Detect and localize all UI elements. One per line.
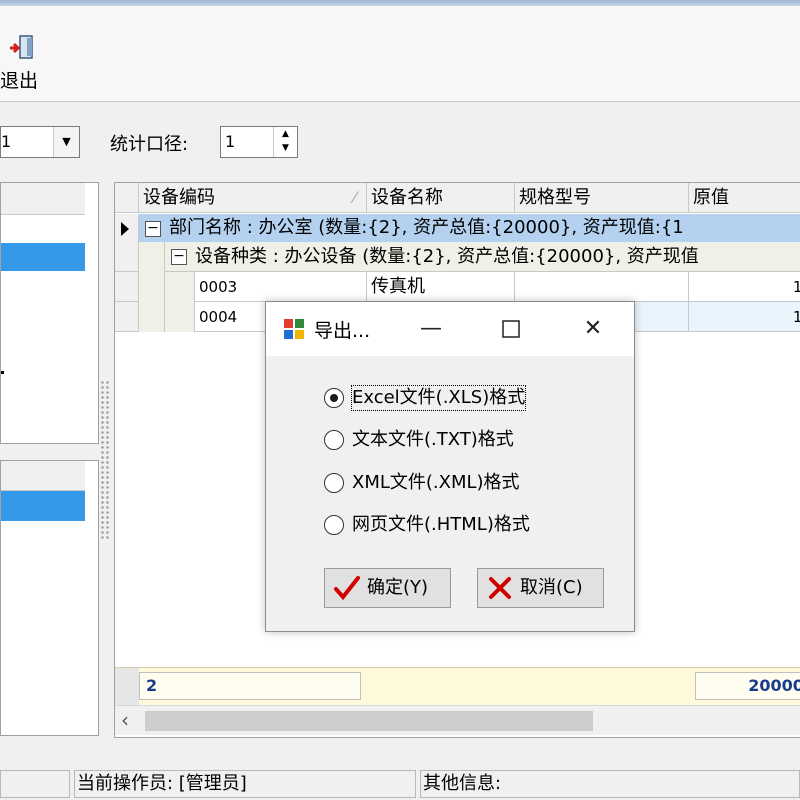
ok-button-label: 确定(Y): [367, 577, 429, 598]
column-header-value[interactable]: 原值: [689, 183, 800, 213]
status-operator: 当前操作员: [管理员]: [74, 770, 416, 798]
department-tree-selected-item[interactable]: [1, 243, 85, 271]
current-row-arrow-icon: [121, 222, 129, 236]
ok-button[interactable]: 确定(Y): [324, 568, 451, 608]
status-bar: 当前操作员: [管理员] 其他信息:: [0, 768, 800, 800]
collapse-icon[interactable]: −: [145, 221, 161, 237]
summary-footer: 2 20000.: [115, 667, 800, 706]
filter-combo[interactable]: 1 ▼: [0, 126, 80, 158]
spinner-buttons[interactable]: ▲ ▼: [273, 127, 297, 157]
group-row-category[interactable]: − 设备种类 : 办公设备 (数量:{2}, 资产总值:{20000}, 资产现…: [165, 242, 800, 272]
filter-combo-value: 1: [1, 132, 12, 151]
group-indent: [165, 272, 195, 332]
row-indicator[interactable]: [115, 302, 139, 332]
collapse-icon[interactable]: −: [171, 249, 187, 265]
spin-down-icon[interactable]: ▼: [274, 141, 297, 155]
exit-button[interactable]: 退出: [0, 32, 48, 98]
footer-count: 2: [139, 672, 361, 700]
horizontal-scrollbar[interactable]: ‹: [115, 705, 800, 735]
option-text-label: 文本文件(.TXT)格式: [352, 429, 514, 450]
maximize-icon[interactable]: [486, 302, 536, 356]
cancel-x-icon: [489, 577, 511, 599]
sort-icon: ⁄: [353, 188, 356, 207]
option-html-label: 网页文件(.HTML)格式: [352, 514, 530, 535]
scrollbar-thumb[interactable]: [145, 711, 593, 731]
radio-xml[interactable]: [324, 473, 344, 493]
stat-caliber-value: 1: [225, 132, 236, 151]
group-row-department[interactable]: − 部门名称 : 办公室 (数量:{2}, 资产总值:{20000}, 资产现值…: [139, 214, 800, 242]
department-tree-header: [1, 183, 85, 215]
stat-caliber-spinner[interactable]: 1 ▲ ▼: [220, 126, 298, 158]
group-row-category-label: 设备种类 : 办公设备 (数量:{2}, 资产总值:{20000}, 资产现值: [195, 246, 699, 267]
department-tree-panel: [0, 182, 99, 444]
stat-caliber-label: 统计口径:: [110, 134, 189, 155]
option-xml-label: XML文件(.XML)格式: [352, 472, 520, 493]
checkmark-icon: [334, 576, 360, 601]
status-cell-left: [0, 770, 70, 798]
category-tree-selected-item[interactable]: [1, 491, 85, 521]
footer-sum: 20000.: [695, 672, 800, 700]
app-icon: [284, 319, 304, 339]
panel-splitter[interactable]: [100, 380, 110, 540]
toolbar: 退出: [0, 6, 800, 102]
group-row-department-label: 部门名称 : 办公室 (数量:{2}, 资产总值:{20000}, 资产现值:{…: [169, 217, 684, 238]
exit-icon: [10, 35, 33, 59]
cancel-button-label: 取消(C): [520, 577, 583, 598]
dialog-titlebar[interactable]: 导出... — ✕: [266, 302, 634, 356]
status-other-info: 其他信息:: [420, 770, 800, 798]
radio-html[interactable]: [324, 515, 344, 535]
tree-dot: [1, 371, 4, 374]
cell-value[interactable]: 10: [689, 302, 800, 332]
spin-up-icon[interactable]: ▲: [274, 127, 297, 141]
exit-label: 退出: [0, 70, 39, 92]
column-header-name[interactable]: 设备名称: [367, 183, 515, 213]
dialog-title: 导出...: [314, 320, 371, 342]
scroll-left-icon[interactable]: ‹: [121, 710, 129, 730]
cell-spec[interactable]: [515, 272, 689, 302]
row-indicator[interactable]: [115, 272, 139, 302]
chevron-down-icon[interactable]: ▼: [53, 127, 79, 157]
cell-name[interactable]: 传真机: [367, 272, 515, 302]
row-indicator-header: [115, 183, 139, 213]
export-dialog: 导出... — ✕ Excel文件(.XLS)格式 文本文件(.TXT)格式 X…: [265, 301, 635, 632]
category-tree-panel: [0, 460, 99, 736]
column-header-code[interactable]: 设备编码 ⁄: [139, 183, 367, 213]
dialog-body: Excel文件(.XLS)格式 文本文件(.TXT)格式 XML文件(.XML)…: [266, 356, 634, 631]
row-indicator[interactable]: [115, 242, 139, 272]
radio-excel[interactable]: [324, 388, 344, 408]
cell-code[interactable]: 0003: [195, 272, 367, 302]
row-indicator[interactable]: [115, 214, 139, 244]
column-header-spec[interactable]: 规格型号: [515, 183, 689, 213]
footer-indicator: [115, 668, 139, 706]
column-header-code-label: 设备编码: [143, 187, 215, 208]
cancel-button[interactable]: 取消(C): [477, 568, 604, 608]
minimize-icon[interactable]: —: [406, 302, 456, 356]
close-icon[interactable]: ✕: [568, 302, 618, 356]
cell-value[interactable]: 10: [689, 272, 800, 302]
radio-text[interactable]: [324, 430, 344, 450]
option-excel-label: Excel文件(.XLS)格式: [350, 385, 527, 411]
group-indent: [139, 242, 165, 332]
category-tree-header: [1, 461, 85, 491]
